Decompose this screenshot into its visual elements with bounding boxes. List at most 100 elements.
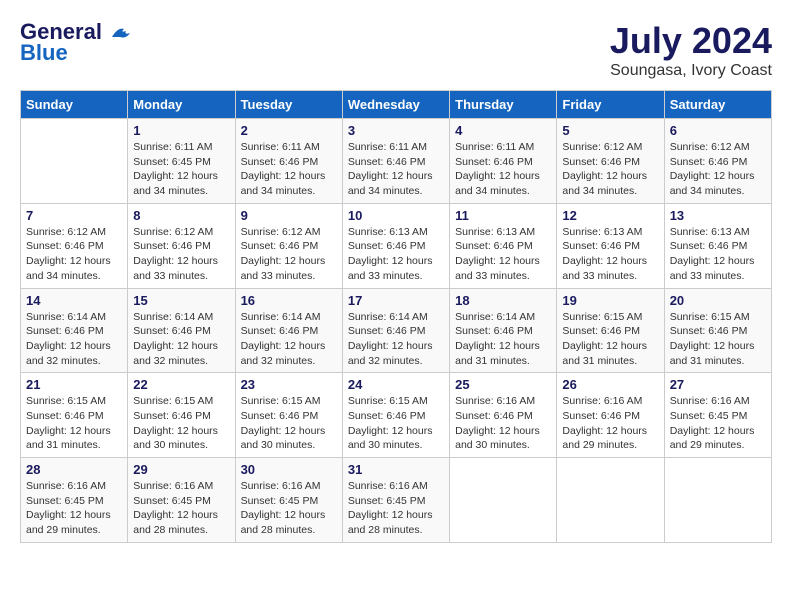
- day-info: Sunrise: 6:11 AMSunset: 6:46 PMDaylight:…: [348, 140, 444, 199]
- day-info: Sunrise: 6:15 AMSunset: 6:46 PMDaylight:…: [670, 310, 766, 369]
- day-info: Sunrise: 6:14 AMSunset: 6:46 PMDaylight:…: [348, 310, 444, 369]
- day-info: Sunrise: 6:15 AMSunset: 6:46 PMDaylight:…: [241, 394, 337, 453]
- title-area: July 2024 Soungasa, Ivory Coast: [610, 20, 772, 80]
- day-number: 9: [241, 208, 337, 223]
- day-info: Sunrise: 6:14 AMSunset: 6:46 PMDaylight:…: [455, 310, 551, 369]
- calendar-week-row: 28 Sunrise: 6:16 AMSunset: 6:45 PMDayligh…: [21, 458, 772, 543]
- weekday-header-tuesday: Tuesday: [235, 91, 342, 119]
- day-info: Sunrise: 6:16 AMSunset: 6:45 PMDaylight:…: [670, 394, 766, 453]
- day-number: 14: [26, 293, 122, 308]
- day-number: 29: [133, 462, 229, 477]
- calendar-cell: 18 Sunrise: 6:14 AMSunset: 6:46 PMDayligh…: [450, 288, 557, 373]
- calendar-cell: 21 Sunrise: 6:15 AMSunset: 6:46 PMDayligh…: [21, 373, 128, 458]
- day-info: Sunrise: 6:16 AMSunset: 6:45 PMDaylight:…: [133, 479, 229, 538]
- day-info: Sunrise: 6:16 AMSunset: 6:45 PMDaylight:…: [241, 479, 337, 538]
- day-number: 2: [241, 123, 337, 138]
- calendar-cell: 10 Sunrise: 6:13 AMSunset: 6:46 PMDayligh…: [342, 203, 449, 288]
- weekday-header-monday: Monday: [128, 91, 235, 119]
- day-info: Sunrise: 6:12 AMSunset: 6:46 PMDaylight:…: [133, 225, 229, 284]
- day-number: 28: [26, 462, 122, 477]
- calendar-week-row: 1 Sunrise: 6:11 AMSunset: 6:45 PMDaylight…: [21, 119, 772, 204]
- logo: General Blue: [20, 20, 132, 66]
- weekday-header-sunday: Sunday: [21, 91, 128, 119]
- day-number: 18: [455, 293, 551, 308]
- day-info: Sunrise: 6:12 AMSunset: 6:46 PMDaylight:…: [241, 225, 337, 284]
- calendar-cell: [664, 458, 771, 543]
- day-number: 22: [133, 377, 229, 392]
- day-info: Sunrise: 6:15 AMSunset: 6:46 PMDaylight:…: [348, 394, 444, 453]
- calendar-cell: 6 Sunrise: 6:12 AMSunset: 6:46 PMDaylight…: [664, 119, 771, 204]
- calendar-cell: 9 Sunrise: 6:12 AMSunset: 6:46 PMDaylight…: [235, 203, 342, 288]
- day-info: Sunrise: 6:12 AMSunset: 6:46 PMDaylight:…: [562, 140, 658, 199]
- calendar-cell: 7 Sunrise: 6:12 AMSunset: 6:46 PMDaylight…: [21, 203, 128, 288]
- day-number: 21: [26, 377, 122, 392]
- day-info: Sunrise: 6:16 AMSunset: 6:45 PMDaylight:…: [26, 479, 122, 538]
- calendar-cell: 8 Sunrise: 6:12 AMSunset: 6:46 PMDaylight…: [128, 203, 235, 288]
- day-info: Sunrise: 6:14 AMSunset: 6:46 PMDaylight:…: [133, 310, 229, 369]
- calendar-cell: 13 Sunrise: 6:13 AMSunset: 6:46 PMDayligh…: [664, 203, 771, 288]
- calendar-cell: 25Sunrise: 6:16 AMSunset: 6:46 PMDayligh…: [450, 373, 557, 458]
- day-info: Sunrise: 6:11 AMSunset: 6:46 PMDaylight:…: [455, 140, 551, 199]
- day-info: Sunrise: 6:16 AMSunset: 6:46 PMDaylight:…: [562, 394, 658, 453]
- day-number: 5: [562, 123, 658, 138]
- calendar-cell: 26 Sunrise: 6:16 AMSunset: 6:46 PMDayligh…: [557, 373, 664, 458]
- calendar-cell: 24 Sunrise: 6:15 AMSunset: 6:46 PMDayligh…: [342, 373, 449, 458]
- day-number: 23: [241, 377, 337, 392]
- day-number: 24: [348, 377, 444, 392]
- calendar-cell: 3Sunrise: 6:11 AMSunset: 6:46 PMDaylight…: [342, 119, 449, 204]
- day-number: 15: [133, 293, 229, 308]
- day-info: Sunrise: 6:12 AMSunset: 6:46 PMDaylight:…: [26, 225, 122, 284]
- month-title: July 2024: [610, 20, 772, 62]
- calendar-cell: 1 Sunrise: 6:11 AMSunset: 6:45 PMDaylight…: [128, 119, 235, 204]
- day-number: 17: [348, 293, 444, 308]
- weekday-header-friday: Friday: [557, 91, 664, 119]
- calendar-cell: [450, 458, 557, 543]
- day-info: Sunrise: 6:15 AMSunset: 6:46 PMDaylight:…: [133, 394, 229, 453]
- day-number: 27: [670, 377, 766, 392]
- weekday-header-saturday: Saturday: [664, 91, 771, 119]
- day-info: Sunrise: 6:13 AMSunset: 6:46 PMDaylight:…: [670, 225, 766, 284]
- calendar-cell: 17 Sunrise: 6:14 AMSunset: 6:46 PMDayligh…: [342, 288, 449, 373]
- day-info: Sunrise: 6:15 AMSunset: 6:46 PMDaylight:…: [26, 394, 122, 453]
- day-info: Sunrise: 6:12 AMSunset: 6:46 PMDaylight:…: [670, 140, 766, 199]
- day-number: 1: [133, 123, 229, 138]
- day-info: Sunrise: 6:14 AMSunset: 6:46 PMDaylight:…: [26, 310, 122, 369]
- calendar-cell: 15 Sunrise: 6:14 AMSunset: 6:46 PMDayligh…: [128, 288, 235, 373]
- day-number: 13: [670, 208, 766, 223]
- day-info: Sunrise: 6:15 AMSunset: 6:46 PMDaylight:…: [562, 310, 658, 369]
- day-number: 4: [455, 123, 551, 138]
- calendar-cell: 11 Sunrise: 6:13 AMSunset: 6:46 PMDayligh…: [450, 203, 557, 288]
- calendar-cell: 22 Sunrise: 6:15 AMSunset: 6:46 PMDayligh…: [128, 373, 235, 458]
- day-info: Sunrise: 6:16 AMSunset: 6:46 PMDaylight:…: [455, 394, 551, 453]
- calendar-table: SundayMondayTuesdayWednesdayThursdayFrid…: [20, 90, 772, 543]
- calendar-header-row: SundayMondayTuesdayWednesdayThursdayFrid…: [21, 91, 772, 119]
- calendar-week-row: 21 Sunrise: 6:15 AMSunset: 6:46 PMDayligh…: [21, 373, 772, 458]
- day-number: 12: [562, 208, 658, 223]
- calendar-cell: 27 Sunrise: 6:16 AMSunset: 6:45 PMDayligh…: [664, 373, 771, 458]
- page-header: General Blue July 2024 Soungasa, Ivory C…: [20, 20, 772, 80]
- day-info: Sunrise: 6:16 AMSunset: 6:45 PMDaylight:…: [348, 479, 444, 538]
- day-number: 26: [562, 377, 658, 392]
- day-info: Sunrise: 6:13 AMSunset: 6:46 PMDaylight:…: [562, 225, 658, 284]
- day-number: 11: [455, 208, 551, 223]
- day-number: 10: [348, 208, 444, 223]
- calendar-cell: 2Sunrise: 6:11 AMSunset: 6:46 PMDaylight…: [235, 119, 342, 204]
- calendar-cell: 12 Sunrise: 6:13 AMSunset: 6:46 PMDayligh…: [557, 203, 664, 288]
- calendar-cell: 14 Sunrise: 6:14 AMSunset: 6:46 PMDayligh…: [21, 288, 128, 373]
- day-info: Sunrise: 6:13 AMSunset: 6:46 PMDaylight:…: [348, 225, 444, 284]
- day-number: 31: [348, 462, 444, 477]
- day-number: 8: [133, 208, 229, 223]
- weekday-header-wednesday: Wednesday: [342, 91, 449, 119]
- day-number: 20: [670, 293, 766, 308]
- location-text: Soungasa, Ivory Coast: [610, 62, 772, 80]
- day-info: Sunrise: 6:11 AMSunset: 6:45 PMDaylight:…: [133, 140, 229, 199]
- calendar-cell: 20 Sunrise: 6:15 AMSunset: 6:46 PMDayligh…: [664, 288, 771, 373]
- calendar-cell: 29 Sunrise: 6:16 AMSunset: 6:45 PMDayligh…: [128, 458, 235, 543]
- calendar-week-row: 14 Sunrise: 6:14 AMSunset: 6:46 PMDayligh…: [21, 288, 772, 373]
- logo-bird-icon: [110, 25, 132, 41]
- day-number: 16: [241, 293, 337, 308]
- day-number: 6: [670, 123, 766, 138]
- day-info: Sunrise: 6:13 AMSunset: 6:46 PMDaylight:…: [455, 225, 551, 284]
- calendar-cell: 28 Sunrise: 6:16 AMSunset: 6:45 PMDayligh…: [21, 458, 128, 543]
- day-number: 7: [26, 208, 122, 223]
